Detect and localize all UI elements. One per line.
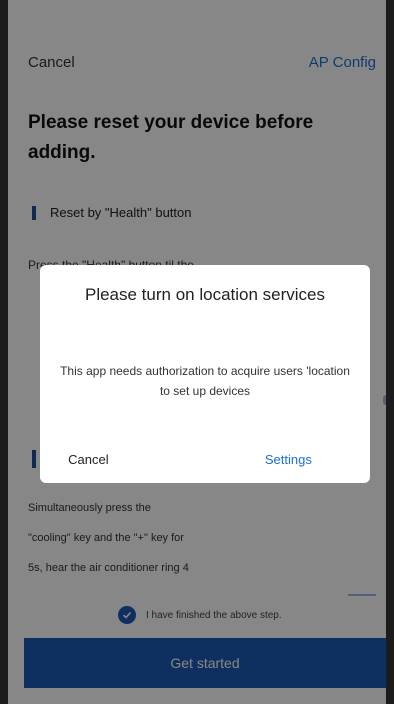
location-permission-dialog: Please turn on location services This ap… — [40, 265, 370, 483]
dialog-message: This app needs authorization to acquire … — [60, 364, 350, 398]
dialog-settings-button[interactable]: Settings — [265, 447, 312, 471]
dialog-title: Please turn on location services — [84, 285, 326, 304]
frame-left — [0, 0, 8, 704]
frame-right — [386, 0, 394, 704]
dialog-cancel-button[interactable]: Cancel — [68, 447, 108, 471]
screen: Cancel AP Config Please reset your devic… — [0, 0, 394, 704]
dialog-actions: Cancel Settings — [40, 447, 370, 471]
